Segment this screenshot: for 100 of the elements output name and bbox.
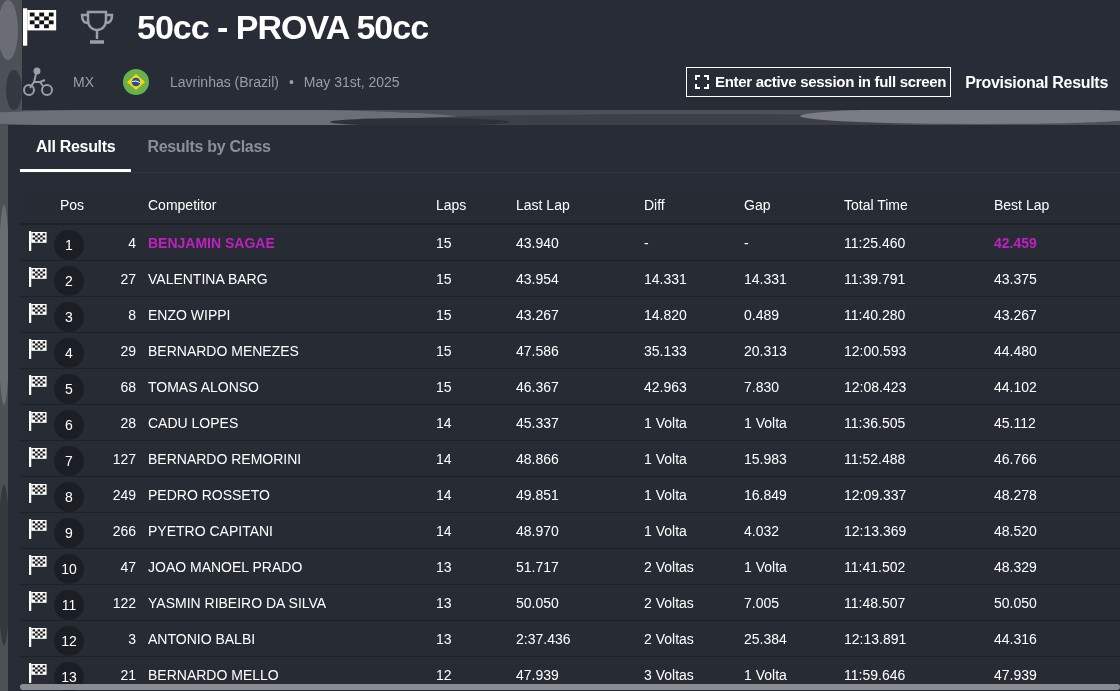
table-cell-text: 45.337 <box>516 414 560 431</box>
table-cell-text: 11:25.460 <box>844 234 907 251</box>
table-cell-text: 14.331 <box>644 270 688 287</box>
checkered-flag-icon <box>29 483 47 503</box>
discipline-label: MX <box>73 74 94 90</box>
table-cell-text: - <box>744 234 750 251</box>
competitor-name: PYETRO CAPITANI <box>147 522 274 539</box>
table-cell-text: 48.970 <box>516 522 560 539</box>
event-date: May 31st, 2025 <box>303 74 400 90</box>
table-cell-text: 1 Volta <box>744 414 788 431</box>
table-cell-text: 0.489 <box>744 306 781 323</box>
checkered-flag-icon <box>29 339 47 359</box>
table-cell-text: 43.267 <box>994 306 1038 323</box>
table-cell-text: 12 <box>436 666 453 683</box>
checkered-flag-icon <box>29 627 47 647</box>
competitor-name: TOMAS ALONSO <box>147 378 260 395</box>
table-cell-text: 50.050 <box>516 594 560 611</box>
scrollbar[interactable] <box>20 684 1120 690</box>
table-cell-text: 14.820 <box>644 306 688 323</box>
table-cell-text: 15 <box>436 270 453 287</box>
table-cell-text: 15 <box>436 342 453 359</box>
separator-dot: • <box>288 74 294 90</box>
table-cell-text: 2 Voltas <box>644 558 695 575</box>
competitor-name: BENJAMIN SAGAE <box>147 234 276 251</box>
competitor-name: YASMIN RIBEIRO DA SILVA <box>147 594 328 611</box>
bike-number: 127 <box>111 450 136 467</box>
table-cell-text: 46.367 <box>516 378 560 395</box>
checkered-flag-icon <box>29 447 47 467</box>
competitor-name: ANTONIO BALBI <box>147 630 257 647</box>
table-cell-text: 50.050 <box>994 594 1038 611</box>
column-header: Gap <box>744 197 772 213</box>
table-cell-text: 20.313 <box>744 342 788 359</box>
table-cell-text: 49.851 <box>516 486 560 503</box>
table-cell-text: 48.329 <box>994 558 1038 575</box>
checkered-flag-icon <box>29 519 47 539</box>
table-cell-text: 11:36.505 <box>844 414 907 431</box>
table-cell-text: 43.375 <box>994 270 1038 287</box>
results-tab[interactable]: All Results <box>20 125 132 172</box>
table-cell-text: 15 <box>436 234 453 251</box>
checkered-flag-icon <box>29 411 47 431</box>
table-cell-text: 12:00.593 <box>844 342 908 359</box>
position-badge: 10 <box>54 553 84 584</box>
bike-number: 28 <box>119 414 136 431</box>
motorcycle-rider-icon <box>23 67 53 97</box>
table-cell-text: 13 <box>436 594 453 611</box>
table-cell-text: 47.586 <box>516 342 560 359</box>
table-cell-text: 12:13.891 <box>844 630 908 647</box>
position-badge: 6 <box>54 409 84 440</box>
table-cell-text: 43.954 <box>516 270 560 287</box>
table-cell-text: 2 Voltas <box>644 594 695 611</box>
table-cell-text: 14 <box>436 522 453 539</box>
table-cell-text: 13 <box>436 630 453 647</box>
table-cell-text: 45.112 <box>994 414 1037 431</box>
table-cell-text: 1 Volta <box>644 522 688 539</box>
table-cell-text: 11:48.507 <box>844 594 907 611</box>
checkered-flag-icon <box>29 303 47 323</box>
position-badge: 12 <box>54 625 84 656</box>
location-label: Lavrinhas (Brazil) <box>170 74 279 90</box>
bike-number: 29 <box>119 342 136 359</box>
table-cell-text: 2 Voltas <box>644 630 695 647</box>
table-cell-text: 7.005 <box>744 594 781 611</box>
fullscreen-button[interactable]: Enter active session in full screen <box>685 67 952 97</box>
checkered-flag-icon <box>29 663 47 683</box>
table-cell-text: 11:40.280 <box>844 306 907 323</box>
page-title: 50cc - PROVA 50cc <box>137 7 429 47</box>
table-cell-text: 11:52.488 <box>844 450 907 467</box>
competitor-name: BERNARDO MELLO <box>147 666 280 683</box>
table-cell-text: 46.766 <box>994 450 1038 467</box>
checkered-flag-icon <box>29 267 47 287</box>
results-status: Provisional Results <box>965 74 1108 92</box>
table-cell-text: 1 Volta <box>744 666 788 683</box>
table-cell-text: 14 <box>436 486 453 503</box>
column-header: Best Lap <box>994 197 1051 213</box>
table-cell-text: 3 Voltas <box>644 666 695 683</box>
table-cell-text: 13 <box>436 558 453 575</box>
position-badge: 3 <box>54 301 84 332</box>
table-cell-text: 15.983 <box>744 450 788 467</box>
table-cell-text: 48.278 <box>994 486 1038 503</box>
bike-number: 122 <box>111 594 136 611</box>
results-tab[interactable]: Results by Class <box>131 125 287 172</box>
checkered-flag-icon <box>29 231 47 251</box>
table-cell-text: - <box>644 234 650 251</box>
table-cell-text: 44.480 <box>994 342 1038 359</box>
competitor-name: ENZO WIPPI <box>147 306 232 323</box>
checkered-flag-icon <box>29 375 47 395</box>
position-badge: 2 <box>54 265 84 296</box>
table-cell-text: 15 <box>436 306 453 323</box>
competitor-name: BERNARDO MENEZES <box>147 342 300 359</box>
bike-number: 249 <box>111 486 136 503</box>
position-badge: 9 <box>54 517 84 548</box>
table-cell-text: 15 <box>436 378 453 395</box>
table-cell-text: 35.133 <box>644 342 688 359</box>
brazil-flag-icon <box>123 69 149 95</box>
table-cell-text: 1 Volta <box>644 450 688 467</box>
table-cell-text: 48.520 <box>994 522 1038 539</box>
position-badge: 1 <box>54 229 84 260</box>
position-badge: 7 <box>54 445 84 476</box>
table-cell-text: 43.267 <box>516 306 560 323</box>
table-cell-text: 11:41.502 <box>844 558 907 575</box>
position-badge: 4 <box>54 337 84 368</box>
